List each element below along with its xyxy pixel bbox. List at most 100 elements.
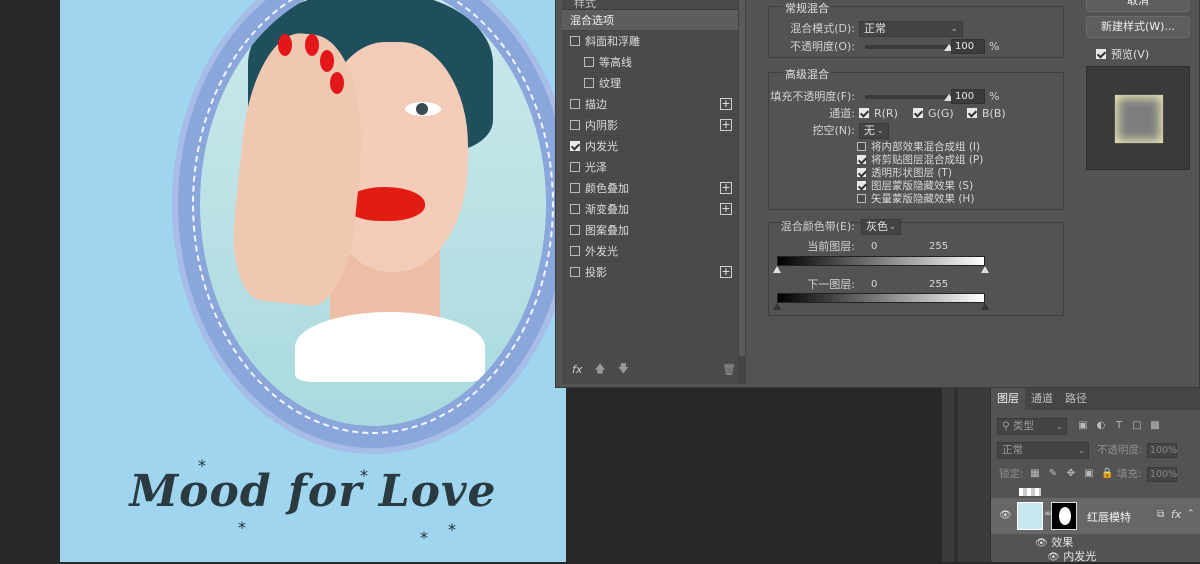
style-checkbox[interactable] <box>584 57 594 67</box>
style-item[interactable]: 混合选项 <box>562 10 742 31</box>
current-layer-black-slider[interactable] <box>773 266 781 273</box>
nail <box>305 34 319 56</box>
style-item[interactable]: 颜色叠加 + <box>562 178 742 199</box>
lock-artboard-icon[interactable]: ▣ <box>1083 468 1095 480</box>
opacity-input[interactable]: 100 <box>951 39 985 54</box>
layer-fill-input[interactable]: 100% <box>1147 467 1177 482</box>
underlying-layer-white-slider[interactable] <box>981 303 989 310</box>
tab-layers[interactable]: 图层 <box>991 388 1025 410</box>
style-items: 混合选项斜面和浮雕 等高线 纹理 描边 + 内阴影 + 内发光 光泽 颜色叠加 + 渐变叠加 + 图案叠加… <box>562 10 742 283</box>
advanced-option-checkbox[interactable]: 将内部效果混合成组 (I) <box>857 141 980 154</box>
channel-r-label: R(R) <box>874 107 898 120</box>
move-down-icon[interactable]: 🡇 <box>618 360 629 379</box>
document-canvas[interactable]: Mood for Love * * * * * <box>60 0 566 562</box>
underlying-layer-black-slider[interactable] <box>773 303 781 310</box>
lock-all-icon[interactable]: 🔒 <box>1101 468 1113 480</box>
new-style-button[interactable]: 新建样式(W)... <box>1086 16 1190 38</box>
style-item[interactable]: 图案叠加 <box>562 220 742 241</box>
style-item[interactable]: 内阴影 + <box>562 115 742 136</box>
general-blending-group: 常规混合 混合模式(D): 正常 ⌄ 不透明度(O): 100 % <box>768 0 1064 58</box>
visibility-eye-icon[interactable]: 👁 <box>999 510 1012 521</box>
blend-mode-select[interactable]: 正常 ⌄ <box>859 21 963 37</box>
layer-filter-select[interactable]: ⚲ 类型 ⌄ <box>997 418 1067 435</box>
adjustment-filter-icon[interactable]: ◐ <box>1095 420 1107 432</box>
style-item[interactable]: 纹理 <box>562 73 742 94</box>
preview-checkbox[interactable]: 预览(V) <box>1096 46 1149 62</box>
layer-opacity-input[interactable]: 100% <box>1147 443 1177 458</box>
underlying-layer-low-value: 0 <box>871 279 878 290</box>
tab-channels[interactable]: 通道 <box>1025 388 1059 410</box>
lock-image-icon[interactable]: ✎ <box>1047 468 1059 480</box>
channel-r-checkbox[interactable]: R(R) <box>859 106 898 122</box>
style-checkbox[interactable] <box>570 141 580 151</box>
channel-g-checkbox[interactable]: G(G) <box>913 106 954 122</box>
add-effect-button[interactable]: + <box>720 119 732 131</box>
style-item[interactable]: 光泽 <box>562 157 742 178</box>
knockout-select[interactable]: 无 ⌄ <box>859 123 889 139</box>
visibility-eye-icon[interactable]: 👁 <box>1047 552 1060 563</box>
advanced-option-checkbox[interactable]: 图层蒙版隐藏效果 (S) <box>857 180 973 193</box>
style-item[interactable]: 等高线 <box>562 52 742 73</box>
cancel-button[interactable]: 取消 <box>1086 0 1190 12</box>
style-item[interactable]: 内发光 <box>562 136 742 157</box>
layer-blend-mode-select[interactable]: 正常 ⌄ <box>997 442 1089 459</box>
fill-opacity-input[interactable]: 100 <box>951 89 985 104</box>
add-effect-button[interactable]: + <box>720 266 732 278</box>
fx-badge[interactable]: fx <box>1171 508 1181 521</box>
style-item-label: 混合选项 <box>570 14 614 27</box>
chevron-down-icon: ⌄ <box>876 126 884 136</box>
lock-transparent-icon[interactable]: ▦ <box>1029 468 1041 480</box>
style-list-footer: fx 🡅 🡇 🗑 <box>562 358 742 380</box>
style-checkbox[interactable] <box>570 120 580 130</box>
layer-name[interactable]: 红唇模特 <box>1087 509 1131 525</box>
fill-opacity-label: 填充不透明度(F): <box>770 90 855 103</box>
style-item[interactable]: 渐变叠加 + <box>562 199 742 220</box>
opacity-slider[interactable] <box>865 44 954 51</box>
shape-filter-icon[interactable]: □ <box>1131 420 1143 432</box>
layer-row[interactable]: 👁 ∞ 红唇模特 ⧉ fx ⌃ <box>991 498 1200 534</box>
style-item[interactable]: 斜面和浮雕 <box>562 31 742 52</box>
advanced-option-label: 透明形状图层 (T) <box>871 167 952 179</box>
style-checkbox[interactable] <box>570 225 580 235</box>
style-checkbox[interactable] <box>570 162 580 172</box>
visibility-eye-icon[interactable]: 👁 <box>1035 538 1048 549</box>
style-checkbox[interactable] <box>570 246 580 256</box>
style-checkbox[interactable] <box>570 36 580 46</box>
tab-paths[interactable]: 路径 <box>1059 388 1093 410</box>
add-effect-button[interactable]: + <box>720 98 732 110</box>
layer-mask-thumbnail[interactable] <box>1051 502 1077 530</box>
style-checkbox[interactable] <box>570 267 580 277</box>
blend-if-value: 灰色 <box>866 220 888 233</box>
advanced-option-checkbox[interactable]: 矢量蒙版隐藏效果 (H) <box>857 193 974 206</box>
fill-opacity-slider[interactable] <box>865 94 954 101</box>
channel-b-checkbox[interactable]: B(B) <box>967 106 1006 122</box>
current-layer-white-slider[interactable] <box>981 266 989 273</box>
add-effect-button[interactable]: + <box>720 203 732 215</box>
trash-icon[interactable]: 🗑 <box>722 363 736 376</box>
workspace: Mood for Love * * * * * 样式 混合选项 斜面和浮雕 等高线纹… <box>0 0 1200 563</box>
fx-icon[interactable]: fx <box>572 363 582 376</box>
add-effect-button[interactable]: + <box>720 182 732 194</box>
style-checkbox[interactable] <box>570 99 580 109</box>
star-decoration: * <box>360 466 368 485</box>
style-item[interactable]: 描边 + <box>562 94 742 115</box>
style-list-scrollbar[interactable] <box>738 0 746 384</box>
style-checkbox[interactable] <box>570 183 580 193</box>
current-layer-gradient <box>777 256 985 266</box>
style-item[interactable]: 投影 + <box>562 262 742 283</box>
smart-object-filter-icon[interactable]: ▩ <box>1149 420 1161 432</box>
dialog-buttons-column: 取消 新建样式(W)... 预览(V) <box>1078 0 1198 384</box>
style-checkbox[interactable] <box>570 204 580 214</box>
pixel-filter-icon[interactable]: ▣ <box>1077 420 1089 432</box>
blend-if-select[interactable]: 灰色 ⌄ <box>861 219 901 235</box>
chevron-down-icon: ⌄ <box>888 222 896 232</box>
move-up-icon[interactable]: 🡅 <box>594 360 605 379</box>
type-filter-icon[interactable]: T <box>1113 420 1125 432</box>
advanced-option-checkbox[interactable]: 将剪贴图层混合成组 (P) <box>857 154 983 167</box>
style-item[interactable]: 外发光 <box>562 241 742 262</box>
white-collar <box>295 312 485 382</box>
style-checkbox[interactable] <box>584 78 594 88</box>
advanced-option-checkbox[interactable]: 透明形状图层 (T) <box>857 167 952 180</box>
collapse-effects-icon[interactable]: ⌃ <box>1187 509 1195 519</box>
lock-position-icon[interactable]: ✥ <box>1065 468 1077 480</box>
